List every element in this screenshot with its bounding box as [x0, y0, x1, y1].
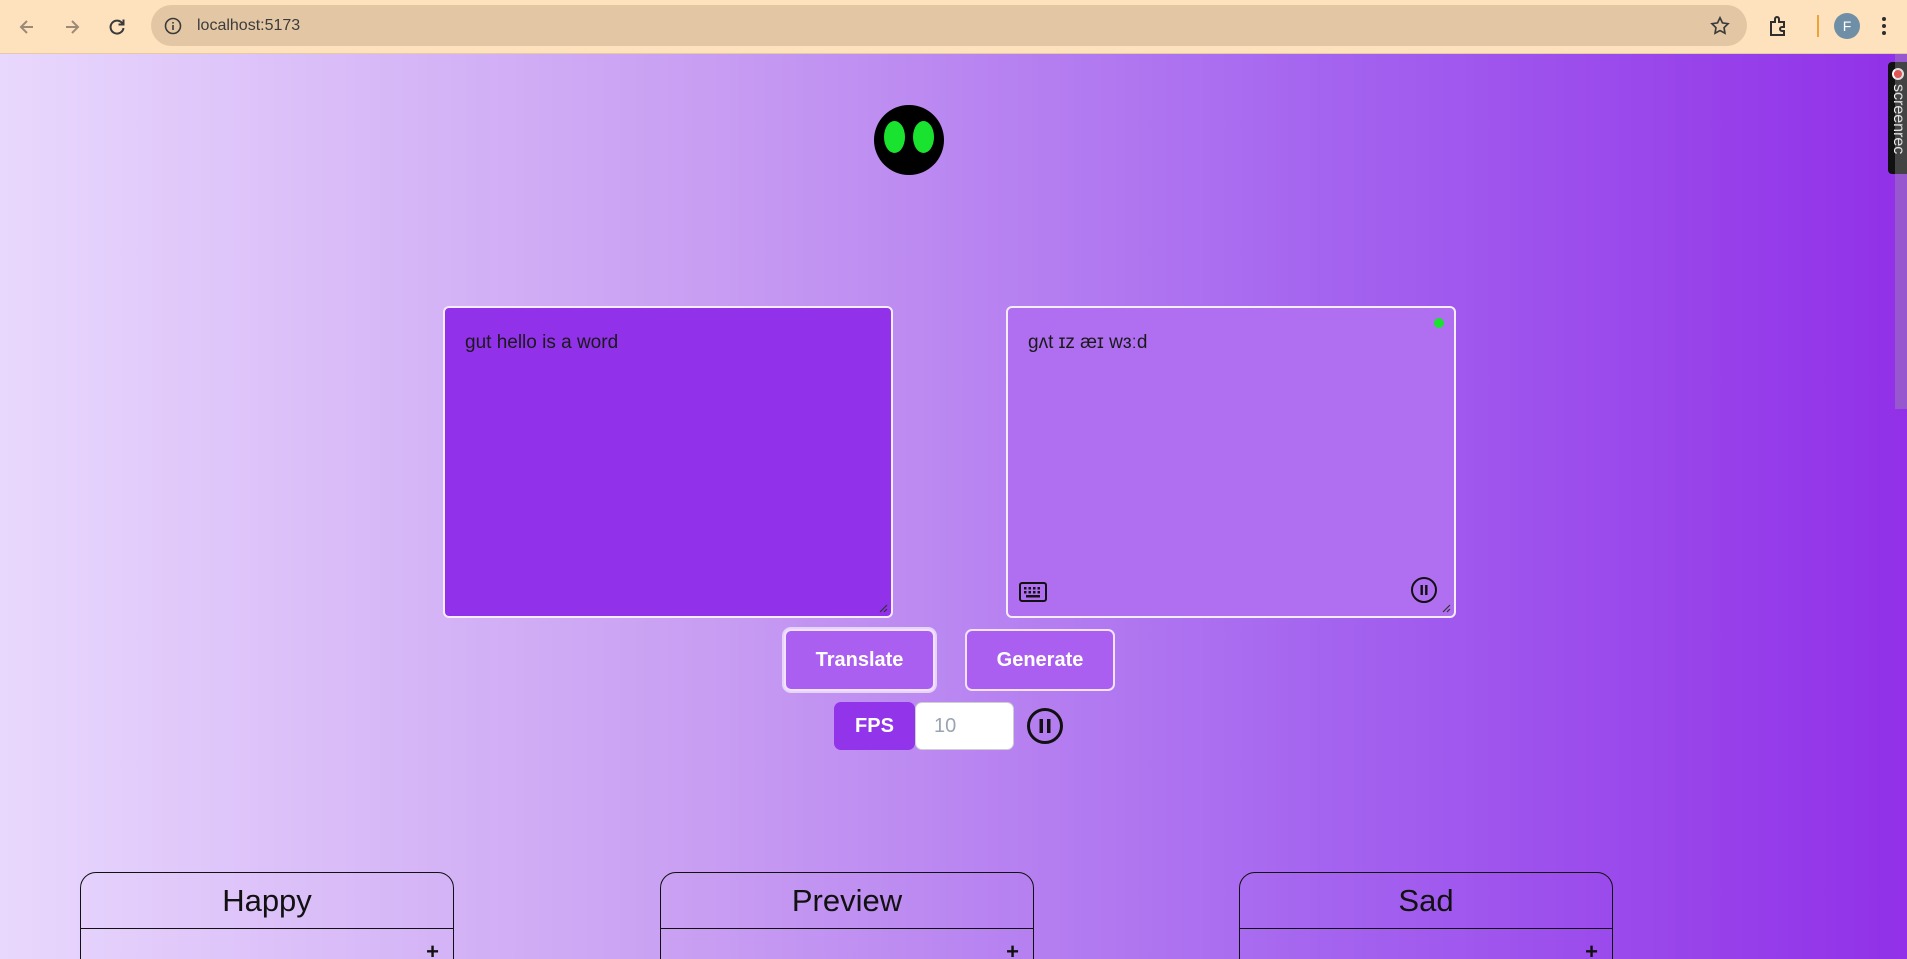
profile-avatar[interactable]: F: [1834, 13, 1860, 39]
app-logo: [874, 105, 944, 175]
card-marker: +: [1006, 939, 1019, 959]
input-text: gut hello is a word: [465, 332, 619, 353]
reload-icon: [109, 19, 125, 35]
output-textarea[interactable]: gʌt ɪz æɪ wɜːd: [1006, 306, 1456, 618]
address-bar[interactable]: localhost:5173: [151, 5, 1747, 46]
fps-label: FPS: [834, 702, 915, 750]
url-text[interactable]: localhost:5173: [197, 17, 300, 35]
generate-button[interactable]: Generate: [965, 629, 1115, 691]
resize-handle-icon[interactable]: [878, 603, 888, 613]
translate-button[interactable]: Translate: [784, 629, 935, 691]
browser-toolbar: localhost:5173 F: [0, 0, 1907, 54]
logo-right-eye: [913, 121, 934, 153]
happy-card: Happy +: [80, 872, 454, 959]
toolbar-divider: [1817, 15, 1819, 37]
card-marker: +: [426, 939, 439, 959]
extensions-icon[interactable]: [1766, 13, 1792, 39]
input-textarea[interactable]: gut hello is a word: [443, 306, 893, 618]
logo-left-eye: [884, 121, 905, 153]
info-icon[interactable]: [163, 16, 183, 36]
pause-icon[interactable]: [1410, 576, 1438, 604]
output-text: gʌt ɪz æɪ wɜːd: [1028, 332, 1148, 353]
playback-pause-icon[interactable]: [1026, 707, 1064, 745]
reload-button[interactable]: [101, 11, 133, 43]
forward-arrow-icon: [66, 20, 80, 34]
menu-icon[interactable]: [1874, 14, 1894, 38]
scrollbar[interactable]: [1895, 54, 1907, 409]
star-icon[interactable]: [1709, 15, 1731, 37]
forward-button[interactable]: [56, 11, 88, 43]
resize-handle-icon[interactable]: [1441, 603, 1451, 613]
preview-card: Preview +: [660, 872, 1034, 959]
back-arrow-icon: [19, 20, 33, 34]
sad-card: Sad +: [1239, 872, 1613, 959]
back-button[interactable]: [11, 11, 43, 43]
card-marker: +: [1585, 939, 1598, 959]
status-dot-icon: [1434, 318, 1444, 328]
fps-input[interactable]: [915, 702, 1014, 750]
page-viewport: screenrec gut hello is a word gʌt ɪz æɪ …: [0, 54, 1907, 959]
preview-card-title: Preview: [661, 873, 1033, 929]
happy-card-title: Happy: [81, 873, 453, 929]
keyboard-icon[interactable]: [1018, 580, 1048, 604]
sad-card-title: Sad: [1240, 873, 1612, 929]
